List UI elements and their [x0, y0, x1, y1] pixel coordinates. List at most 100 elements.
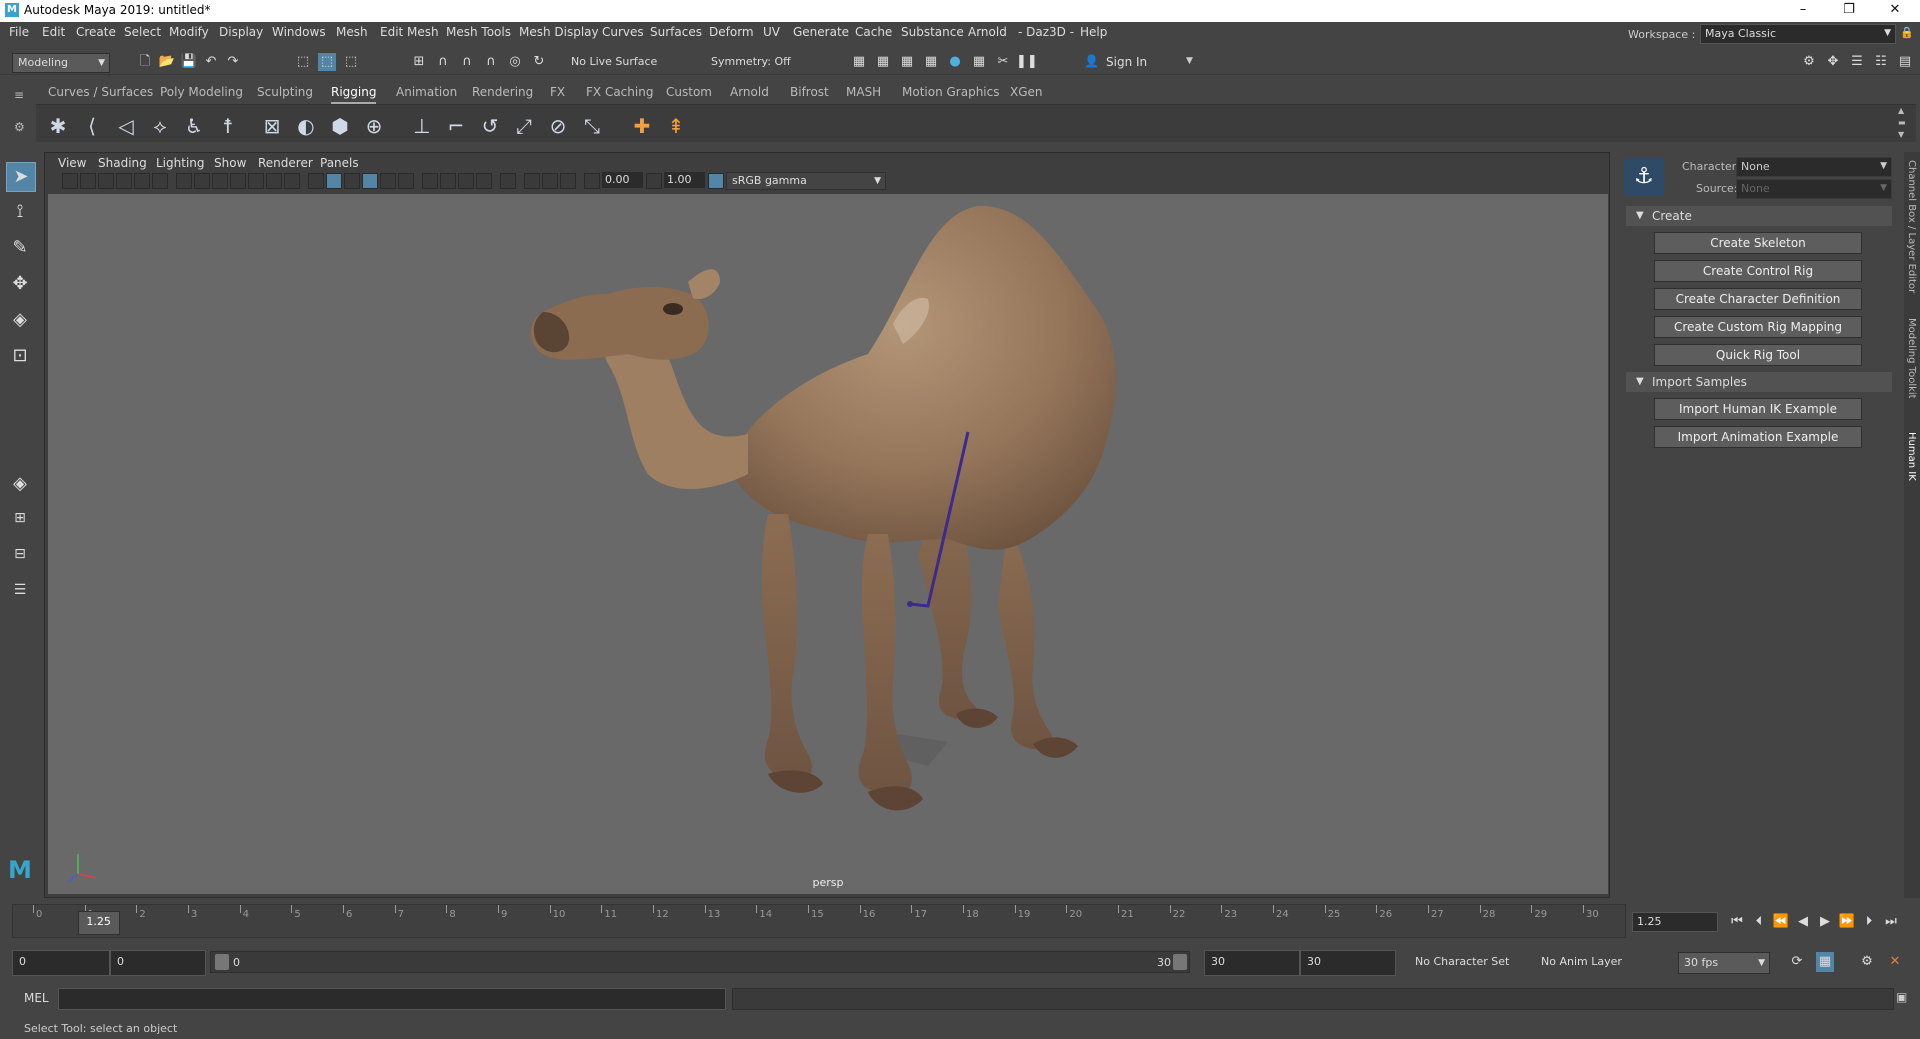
loop-icon[interactable]: ⟳	[1788, 952, 1806, 972]
shelf-tab-xgen[interactable]: XGen	[1010, 83, 1043, 102]
pause-icon[interactable]: ❚❚	[1016, 53, 1038, 71]
menu-select[interactable]: Select	[124, 25, 161, 39]
single-perspective-icon[interactable]: ◈	[6, 470, 34, 498]
parent-constraint-icon[interactable]: ⊥	[408, 113, 436, 139]
panel-menu-shading[interactable]: Shading	[98, 156, 147, 170]
attribute-editor-icon[interactable]: ☰	[1848, 53, 1866, 71]
shelf-tab-fx[interactable]: FX	[550, 83, 565, 102]
snap-grid-icon[interactable]: ⊞	[410, 53, 428, 71]
script-editor-icon[interactable]: ▣	[1896, 990, 1907, 1004]
four-view-icon[interactable]: ⊞	[6, 504, 34, 532]
animation-prefs-icon[interactable]: ⚙	[1858, 952, 1876, 972]
symmetry-dropdown[interactable]: Symmetry: Off	[706, 53, 802, 73]
step-forward-frame-icon[interactable]: ⏵	[1860, 912, 1878, 932]
default-material-icon[interactable]	[344, 173, 360, 189]
create-joints-icon[interactable]: ✱	[44, 113, 72, 139]
import-samples-section-header[interactable]: ▼ Import Samples	[1626, 372, 1892, 392]
humanik-skeleton-icon[interactable]: ♿	[180, 113, 208, 139]
resolution-gate-icon[interactable]	[212, 173, 228, 189]
persp-outliner-icon[interactable]: ⊟	[6, 540, 34, 568]
move-tool-icon[interactable]: ✥	[6, 270, 34, 298]
menuset-dropdown[interactable]: Modeling ▼	[12, 53, 110, 73]
humanik-icon[interactable]: ✥	[1824, 53, 1842, 71]
xray-components-icon[interactable]	[560, 173, 576, 189]
restore-button[interactable]: ❐	[1826, 0, 1872, 22]
lock-icon[interactable]: 🔒	[1900, 26, 1914, 39]
panel-menu-lighting[interactable]: Lighting	[156, 156, 205, 170]
step-back-key-icon[interactable]: ⏪	[1772, 912, 1790, 932]
tab-modeling-toolkit[interactable]: Modeling Toolkit	[1906, 318, 1917, 399]
shelf-tab-sculpting[interactable]: Sculpting	[257, 83, 313, 102]
panel-menu-view[interactable]: View	[58, 156, 86, 170]
shelf-tab-custom[interactable]: Custom	[666, 83, 712, 102]
animation-end-field[interactable]: 30	[1300, 950, 1396, 976]
shelf-tab-rigging[interactable]: Rigging	[331, 83, 377, 104]
panel-menu-show[interactable]: Show	[214, 156, 246, 170]
shelf-tab-mash[interactable]: MASH	[846, 83, 881, 102]
outliner-icon[interactable]: ☰	[6, 576, 34, 604]
playback-start-field[interactable]: 0	[110, 950, 206, 976]
select-object-icon[interactable]: ⬚	[318, 53, 336, 71]
fps-dropdown[interactable]: 30 fps ▼	[1678, 952, 1770, 974]
save-scene-icon[interactable]: 💾	[180, 53, 198, 71]
gate-mask-icon[interactable]	[230, 173, 246, 189]
perspective-viewport[interactable]: persp	[48, 194, 1608, 894]
snap-view-plane-icon[interactable]: ∩	[482, 53, 500, 71]
menu-help[interactable]: Help	[1080, 25, 1107, 39]
shelf-tab-curves-surfaces[interactable]: Curves / Surfaces	[48, 83, 153, 102]
exposure-field[interactable]: 0.00	[602, 172, 643, 188]
screen-space-ao-icon[interactable]	[422, 173, 438, 189]
new-scene-icon[interactable]: 🗋	[136, 53, 154, 71]
scale-constraint-icon[interactable]: ⤢	[510, 113, 538, 139]
camel-model[interactable]	[48, 194, 1608, 894]
create-character-definition-button[interactable]: Create Character Definition	[1654, 288, 1862, 310]
view-transform-dropdown[interactable]: sRGB gamma ▼	[726, 172, 886, 190]
anim-layer-dropdown[interactable]: No Anim Layer	[1536, 952, 1656, 974]
menu-windows[interactable]: Windows	[272, 25, 326, 39]
menu-file[interactable]: File	[9, 25, 29, 39]
render-frame-icon[interactable]: ▦	[850, 53, 868, 71]
ik-handle-icon[interactable]: ⟡	[146, 113, 174, 139]
xray-icon[interactable]	[524, 173, 540, 189]
menu-edit[interactable]: Edit	[42, 25, 65, 39]
bookmarks-icon[interactable]	[98, 173, 114, 189]
select-tool-icon[interactable]: ➤	[6, 162, 36, 192]
textured-icon[interactable]	[362, 173, 378, 189]
gamma-icon[interactable]	[646, 173, 662, 189]
menu-generate[interactable]: Generate	[793, 25, 849, 39]
minimize-button[interactable]: –	[1780, 0, 1826, 22]
grid-icon[interactable]	[176, 173, 192, 189]
snap-rotate-icon[interactable]: ↻	[530, 53, 548, 71]
shelf-tab-bifrost[interactable]: Bifrost	[790, 83, 829, 102]
quick-rig-tool-button[interactable]: Quick Rig Tool	[1654, 344, 1862, 366]
sign-in-button[interactable]: 👤 Sign In ▼	[1080, 52, 1198, 74]
channel-box-icon[interactable]: ▤	[1896, 53, 1914, 71]
create-section-header[interactable]: ▼ Create	[1626, 206, 1892, 226]
arnold-render-icon[interactable]: ✂	[994, 53, 1012, 71]
color-management-icon[interactable]	[708, 173, 724, 189]
current-frame-field[interactable]: 1.25	[1632, 912, 1718, 932]
xray-joints-icon[interactable]	[542, 173, 558, 189]
menu-cache[interactable]: Cache	[855, 25, 892, 39]
render-settings-icon[interactable]: ▦	[922, 53, 940, 71]
scale-tool-icon[interactable]: ⊡	[6, 342, 34, 370]
create-control-rig-button[interactable]: Create Control Rig	[1654, 260, 1862, 282]
workspace-dropdown[interactable]: Maya Classic ▼	[1700, 24, 1896, 44]
point-constraint-icon[interactable]: ⌐	[442, 113, 470, 139]
quick-rig-icon[interactable]: ☨	[214, 113, 242, 139]
shelf-tab-motion-graphics[interactable]: Motion Graphics	[902, 83, 1000, 102]
animation-start-field[interactable]: 0	[12, 950, 110, 976]
rotate-tool-icon[interactable]: ◈	[6, 306, 34, 334]
depth-of-field-icon[interactable]	[476, 173, 492, 189]
import-human-ik-example-button[interactable]: Import Human IK Example	[1654, 398, 1862, 420]
safe-action-icon[interactable]	[266, 173, 282, 189]
panel-menu-renderer[interactable]: Renderer	[258, 156, 313, 170]
wireframe-icon[interactable]	[308, 173, 324, 189]
shelf-tab-arnold[interactable]: Arnold	[730, 83, 769, 102]
character-set-dropdown[interactable]: No Character Set	[1410, 952, 1530, 974]
shelf-scroll-icon[interactable]: ▲ ▬ ▼	[1898, 105, 1906, 141]
cluster-icon[interactable]: ⇞	[662, 113, 690, 139]
menu-deform[interactable]: Deform	[709, 25, 754, 39]
modeling-toolkit-icon[interactable]: ⚙	[1800, 53, 1818, 71]
menu-uv[interactable]: UV	[763, 25, 780, 39]
